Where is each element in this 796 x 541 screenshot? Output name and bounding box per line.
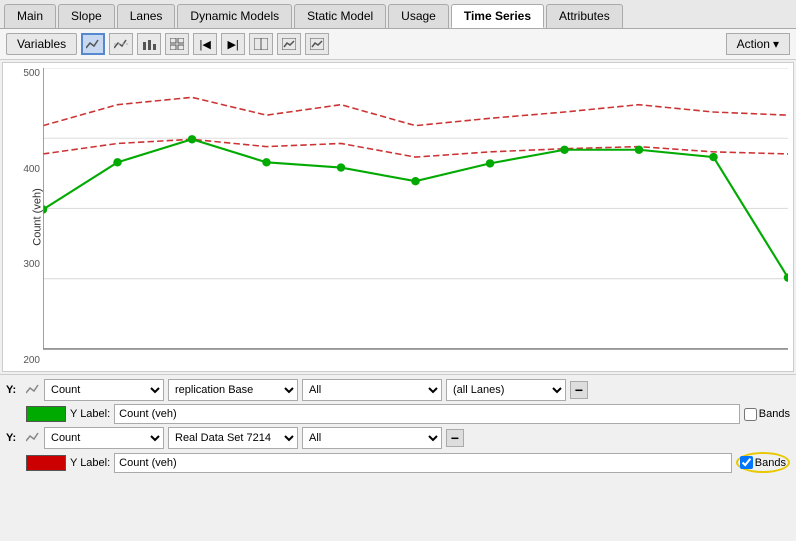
row2-bands-label: Bands: [755, 457, 786, 469]
row1-icon: [26, 383, 40, 397]
row1-ylabel-text: Y Label:: [70, 408, 110, 420]
row2-y-label: Y:: [6, 432, 22, 444]
row2-color-swatch[interactable]: [26, 455, 66, 471]
y-ticks: 500 400 300 200: [3, 63, 43, 371]
row1-y-label: Y:: [6, 384, 22, 396]
row1-control: Y: Count replication Base All (all Lanes…: [6, 379, 790, 401]
row1-all-select[interactable]: All: [302, 379, 442, 401]
y-tick-400: 400: [3, 164, 43, 175]
row1-label-input[interactable]: [114, 404, 740, 424]
row1-count-select[interactable]: Count: [44, 379, 164, 401]
row1-replication-select[interactable]: replication Base: [168, 379, 298, 401]
toolbar: Variables |◀ ▶| Action ▾: [0, 29, 796, 60]
row1-lanes-select[interactable]: (all Lanes): [446, 379, 566, 401]
row2-dataset-select[interactable]: Real Data Set 7214: [168, 427, 298, 449]
split-view-icon[interactable]: [249, 33, 273, 55]
row2-label-input[interactable]: [114, 453, 732, 473]
row2-icon: [26, 431, 40, 445]
chart-view-icon[interactable]: [277, 33, 301, 55]
view-3-icon[interactable]: [305, 33, 329, 55]
tab-bar: Main Slope Lanes Dynamic Models Static M…: [0, 0, 796, 29]
y-tick-300: 300: [3, 259, 43, 270]
bottom-panel: Y: Count replication Base All (all Lanes…: [0, 374, 796, 480]
tab-dynamic-models[interactable]: Dynamic Models: [177, 4, 292, 28]
row1-bands-check: Bands: [744, 408, 790, 421]
row2-bands-check: Bands: [736, 452, 790, 473]
row1-bands-checkbox[interactable]: [744, 408, 757, 421]
line-chart-2-icon[interactable]: [109, 33, 133, 55]
tab-static-model[interactable]: Static Model: [294, 4, 386, 28]
row1-sub-row: Y Label: Bands: [6, 404, 790, 424]
y-tick-200: 200: [3, 355, 43, 366]
grid-chart-icon[interactable]: [165, 33, 189, 55]
tab-main[interactable]: Main: [4, 4, 56, 28]
row1-bands-label: Bands: [759, 408, 790, 420]
chart-svg: [43, 68, 788, 351]
row2-ylabel-text: Y Label:: [70, 457, 110, 469]
tab-lanes[interactable]: Lanes: [117, 4, 176, 28]
row2-bands-checkbox[interactable]: [740, 456, 753, 469]
row2-control: Y: Count Real Data Set 7214 All −: [6, 427, 790, 449]
y-tick-500: 500: [3, 68, 43, 79]
row2-count-select[interactable]: Count: [44, 427, 164, 449]
tab-usage[interactable]: Usage: [388, 4, 449, 28]
bar-chart-icon[interactable]: [137, 33, 161, 55]
action-dropdown-icon: ▾: [773, 37, 779, 51]
first-icon[interactable]: |◀: [193, 33, 217, 55]
row2-sub-row: Y Label: Bands: [6, 452, 790, 473]
variables-button[interactable]: Variables: [6, 33, 77, 55]
tab-time-series[interactable]: Time Series: [451, 4, 544, 28]
action-button[interactable]: Action ▾: [726, 33, 790, 55]
action-label: Action: [737, 37, 770, 51]
row2-all-select[interactable]: All: [302, 427, 442, 449]
line-chart-icon[interactable]: [81, 33, 105, 55]
tab-attributes[interactable]: Attributes: [546, 4, 623, 28]
chart-area: Count (veh) 500 400 300 200: [2, 62, 794, 372]
row2-minus-button[interactable]: −: [446, 429, 464, 447]
tab-slope[interactable]: Slope: [58, 4, 115, 28]
last-icon[interactable]: ▶|: [221, 33, 245, 55]
row1-minus-button[interactable]: −: [570, 381, 588, 399]
row1-color-swatch[interactable]: [26, 406, 66, 422]
